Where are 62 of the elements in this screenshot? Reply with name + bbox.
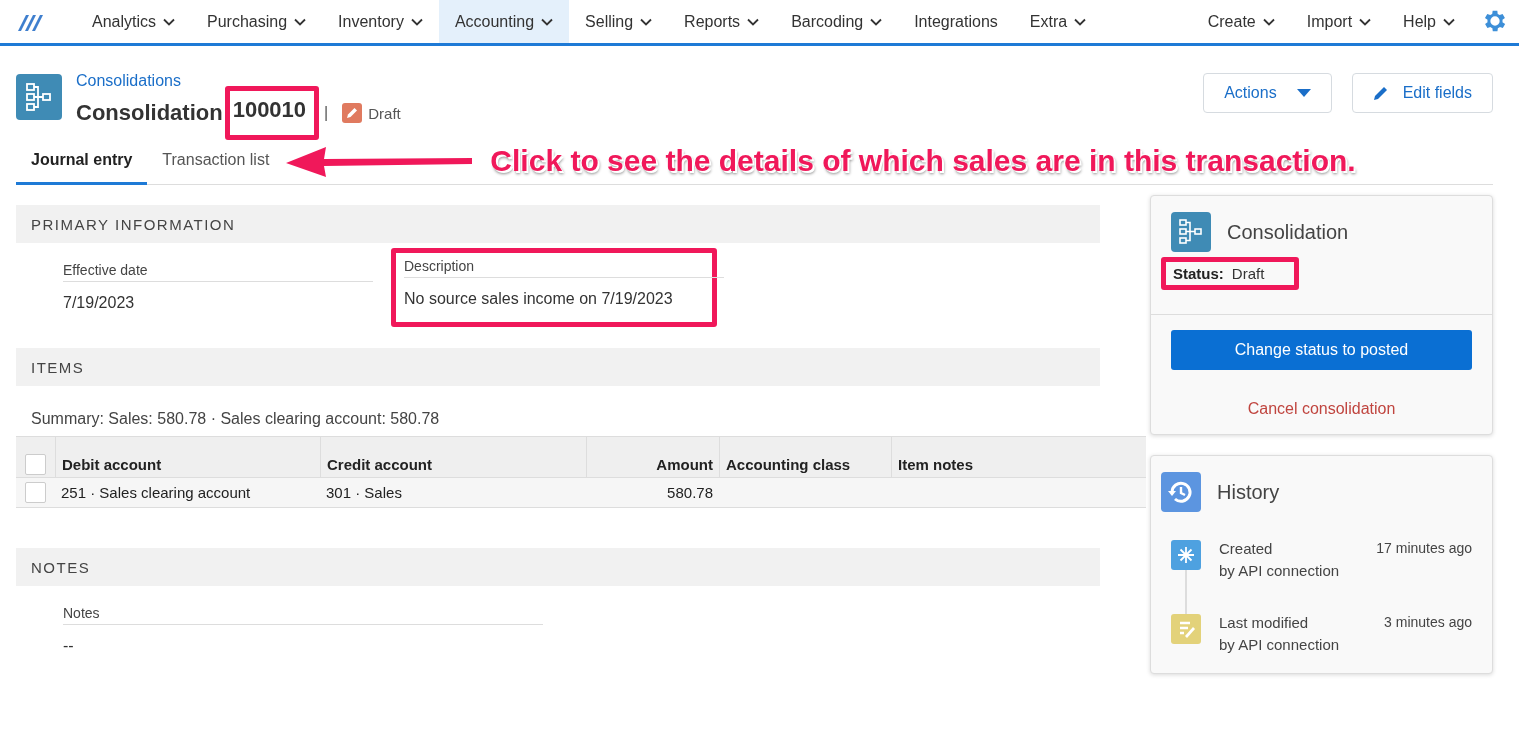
section-header: PRIMARY INFORMATION [16,205,1100,243]
card-title: History [1217,480,1280,504]
tab[interactable]: Transaction list [147,138,285,185]
table-cell-text: 301 · Sales [325,484,403,501]
nav-menu-item[interactable]: Extra [1013,0,1103,43]
section-header: ITEMS [16,348,1100,386]
column-header: Debit account [55,437,320,477]
edit-note-icon [1171,614,1201,644]
history-time: 3 minutes ago [1384,614,1472,630]
field-label: Effective date [63,257,373,282]
nav-menu-item[interactable]: Accounting [438,0,570,43]
record-number: 100010 [232,97,307,122]
change-status-button[interactable]: Change status to posted [1171,330,1472,370]
nav-menu-item[interactable]: Help [1387,0,1471,43]
summary-text: Summary: Sales: 580.78 · Sales clearing account: 580.78 [30,409,441,429]
sparkle-icon [1171,540,1201,570]
history-action: Last modified [1219,614,1310,631]
nav-menu-item[interactable]: Create [1191,0,1291,43]
nav-menu-item[interactable]: Inventory [322,0,439,43]
column-header: Amount [586,437,719,477]
field-label: Description [404,253,724,278]
nav-menu-item[interactable]: Barcoding [775,0,899,43]
field-label: Notes [63,600,543,625]
hierarchy-icon [1171,212,1211,252]
pencil-icon [1372,85,1389,101]
field-value: No source sales income on 7/19/2023 [404,289,674,308]
field-value: 7/19/2023 [63,293,136,312]
edit-fields-button[interactable]: Edit fields [1351,73,1493,113]
history-author: by API connection [1219,636,1341,653]
history-time: 17 minutes ago [1376,540,1472,556]
breadcrumb-link[interactable]: Consolidations [76,72,401,90]
checkbox[interactable] [25,482,46,503]
separator-text: | [324,104,329,122]
column-header: Item notes [891,437,1141,477]
status-text: Draft [368,104,401,122]
history-action: Created [1219,540,1274,557]
status-label: Status: [1173,265,1224,282]
section-header: NOTES [16,548,1100,586]
nav-menu-item[interactable]: Analytics [76,0,192,43]
actions-button[interactable]: Actions [1203,73,1332,113]
nav-menu-item[interactable]: Reports [668,0,776,43]
nav-menu-item[interactable]: Purchasing [191,0,323,43]
caret-icon [1296,89,1311,97]
card-title: Consolidation [1227,220,1349,244]
column-header: Accounting class [719,437,891,477]
annotation-text: Click to see the details of which sales are in this transaction. [490,144,1356,178]
record-title: Consolidation [76,100,223,126]
field-value: -- [63,636,75,655]
cancel-link[interactable]: Cancel consolidation [1247,400,1396,418]
column-header: Credit account [320,437,586,477]
nav-menu-item[interactable]: Import [1290,0,1388,43]
nav-menu-item[interactable]: Integrations [898,0,1014,43]
pencil-icon [342,103,363,123]
table-cell-text: 580.78 [666,484,714,501]
table-cell-text: 251 · Sales clearing account [60,484,252,501]
status-value: Draft [1231,265,1265,282]
hierarchy-icon [16,74,62,120]
checkbox[interactable] [25,454,46,475]
nav-menu-item[interactable]: Selling [569,0,669,43]
history-author: by API connection [1219,562,1341,579]
tab[interactable]: Journal entry [16,138,148,185]
history-icon [1161,472,1201,512]
